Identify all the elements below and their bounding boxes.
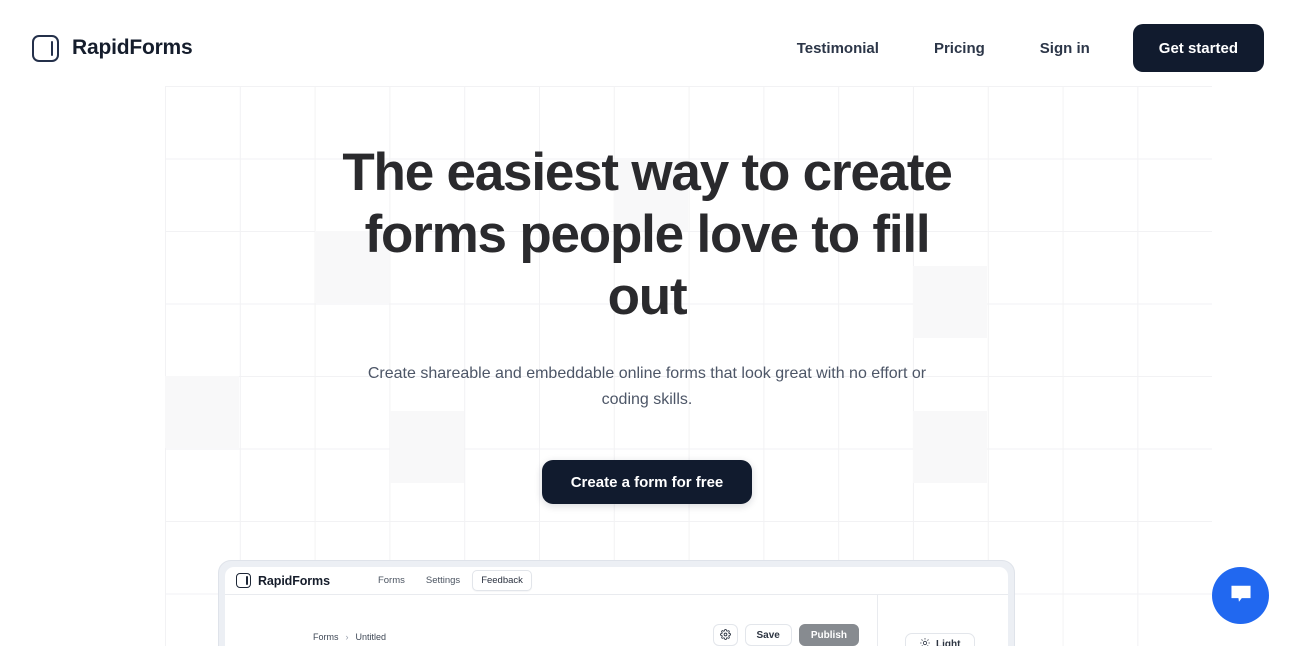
nav-link-pricing[interactable]: Pricing [934,30,985,67]
app-nav: Forms Settings Feedback [369,570,532,591]
theme-toggle-button[interactable]: Light [905,633,976,646]
app-nav-item-settings[interactable]: Settings [417,570,469,591]
app-preview-mockup: RapidForms Forms Settings Feedback Forms… [218,560,1015,646]
breadcrumb-current: Untitled [355,632,387,642]
site-header: RapidForms Testimonial Pricing Sign in G… [0,0,1294,96]
app-nav-item-feedback[interactable]: Feedback [472,570,532,591]
sun-icon [920,637,930,646]
get-started-button[interactable]: Get started [1132,24,1264,72]
gear-icon [719,628,731,643]
theme-toggle-label: Light [936,638,961,646]
brand-name: RapidForms [72,36,193,59]
hero-section: The easiest way to create forms people l… [0,96,1294,504]
rapidforms-logo-icon [32,34,59,62]
save-button[interactable]: Save [744,624,792,646]
app-topbar: RapidForms Forms Settings Feedback [225,567,1008,595]
app-main-panel: Forms › Untitled Save Publish [225,595,877,646]
nav-link-sign-in[interactable]: Sign in [1040,30,1090,67]
hero-subtitle: Create shareable and embeddable online f… [367,365,927,408]
page-title: The easiest way to create forms people l… [342,143,952,326]
main-nav: Testimonial Pricing Sign in Get started [797,24,1264,72]
hero-cta-wrapper: Create a form for free [0,460,1294,504]
chevron-right-icon: › [345,632,349,642]
settings-button[interactable] [712,624,738,646]
app-body: Forms › Untitled Save Publish Light [225,595,1008,646]
chat-bubble-icon [1228,581,1254,610]
brand-logo[interactable]: RapidForms [32,34,193,62]
app-action-bar: Save Publish [712,624,859,646]
publish-button[interactable]: Publish [798,624,859,646]
app-brand-name: RapidForms [258,573,330,588]
chat-widget-button[interactable] [1212,567,1269,624]
breadcrumb-root[interactable]: Forms [313,632,339,642]
create-form-button[interactable]: Create a form for free [541,460,753,504]
app-nav-item-forms[interactable]: Forms [369,570,414,591]
app-brand[interactable]: RapidForms [236,573,330,588]
rapidforms-logo-icon [236,573,251,588]
app-preview-window: RapidForms Forms Settings Feedback Forms… [225,567,1008,646]
app-side-panel: Light [877,595,1008,646]
breadcrumb: Forms › Untitled [313,632,386,642]
nav-link-testimonial[interactable]: Testimonial [797,30,879,67]
